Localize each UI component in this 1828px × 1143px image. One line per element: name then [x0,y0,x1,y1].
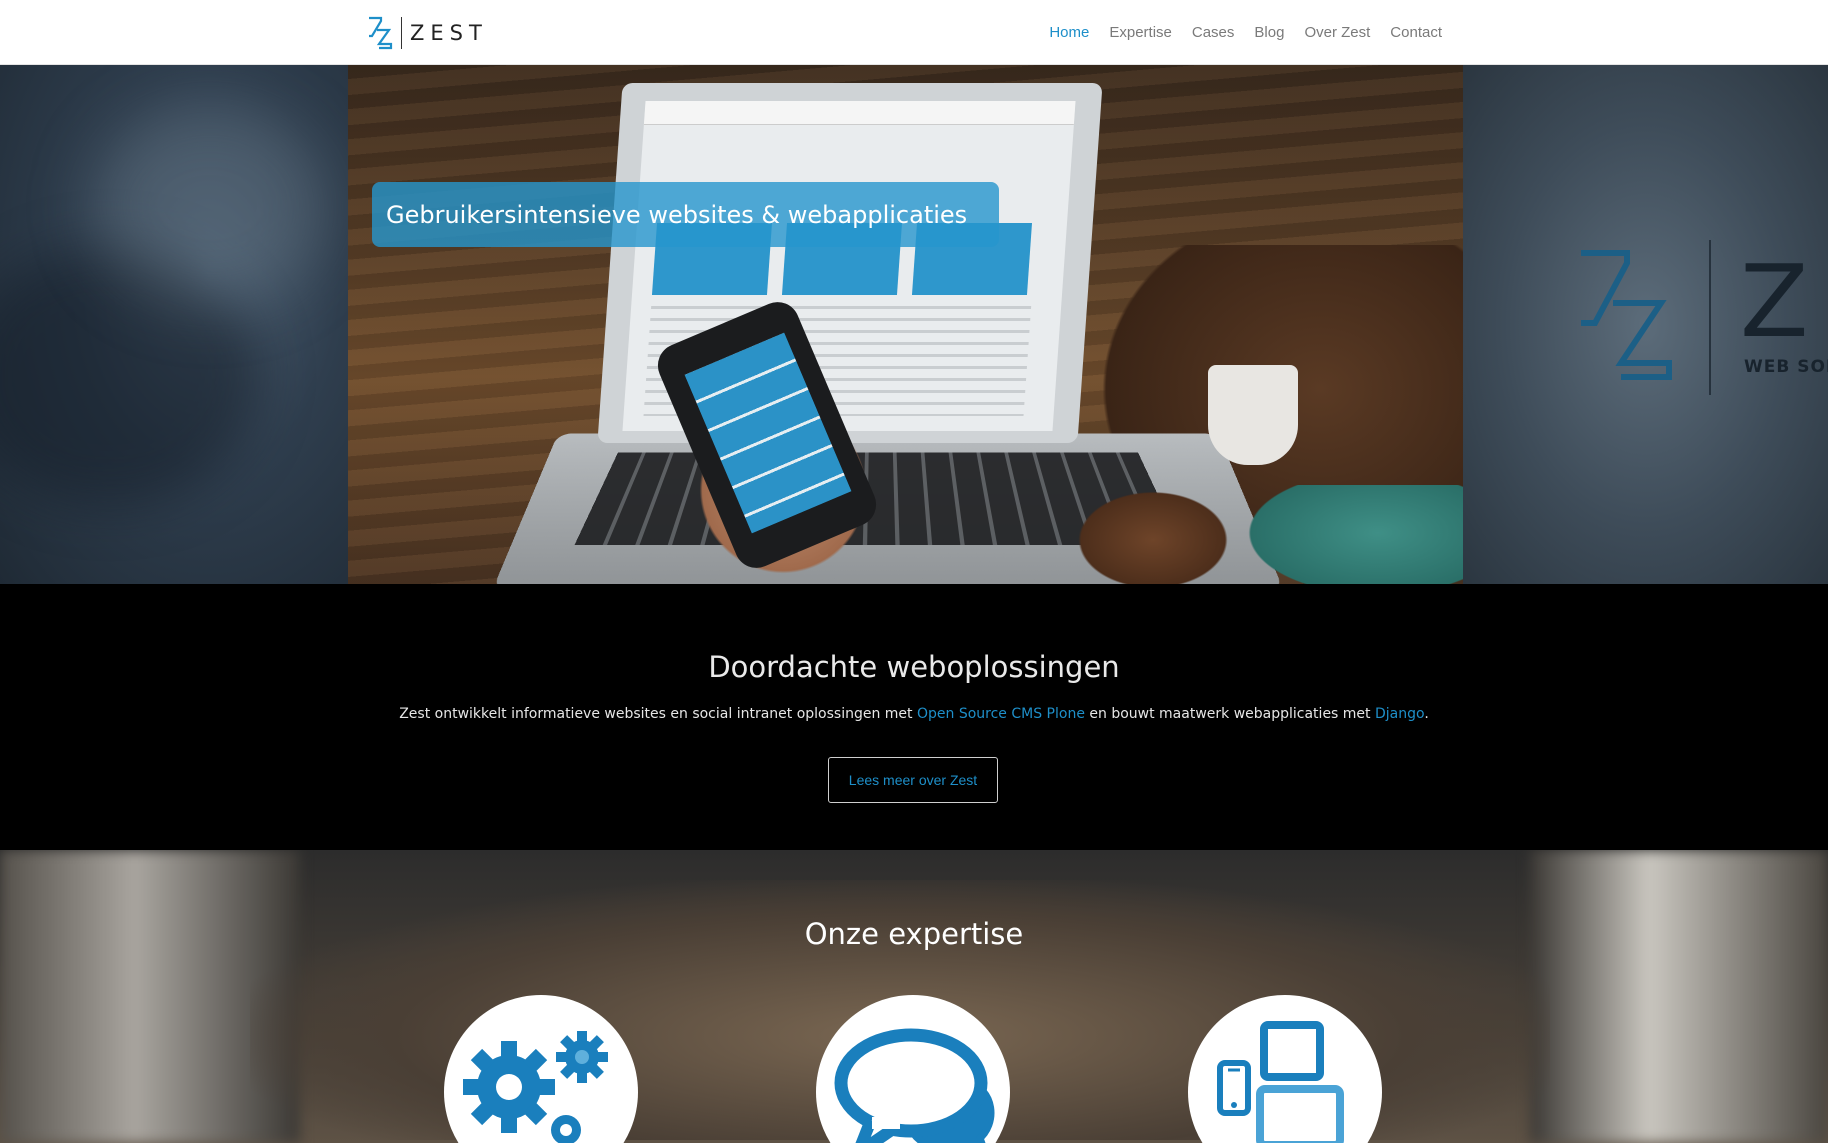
nav-over-zest[interactable]: Over Zest [1304,24,1370,41]
person-shirt [1228,485,1463,584]
logo-separator [401,17,402,49]
person-hand-right [1068,485,1238,584]
background-blur [1530,850,1828,1143]
chat-bubbles-icon [834,1028,995,1143]
expertise-item-2[interactable] [816,995,1010,1143]
intro-section: Doordachte weboplossingen Zest ontwikkel… [0,584,1828,850]
zest-logo[interactable]: ZEST [367,16,488,50]
coffee-cup [1208,365,1298,465]
intro-title: Doordachte weboplossingen [708,650,1120,684]
devices-icon [1217,1021,1344,1143]
read-more-button[interactable]: Lees meer over Zest [828,757,998,803]
gears-icon [463,1031,608,1143]
plone-link[interactable]: Open Source CMS Plone [917,706,1085,722]
next-slide-preview[interactable]: Z WEB SOLU [1463,65,1828,584]
logo-separator [1709,240,1711,395]
site-header: ZEST Home Expertise Cases Blog Over Zest… [0,0,1828,65]
nav-blog[interactable]: Blog [1254,24,1284,41]
zest-logo-mark-icon [1581,250,1672,380]
django-link[interactable]: Django [1375,706,1424,722]
side-logo-letter: Z [1740,243,1809,360]
intro-text-after: . [1424,706,1429,722]
hero-slider: Z WEB SOLU Gebruikersintensieve websites… [0,65,1828,584]
blur-shape [90,105,330,305]
prev-slide-preview[interactable] [0,65,348,584]
intro-text: Zest ontwikkelt informatieve websites en… [0,706,1828,722]
hero-caption: Gebruikersintensieve websites & webappli… [372,182,999,247]
expertise-item-3[interactable] [1188,995,1382,1143]
intro-text-middle: en bouwt maatwerk webapplicaties met [1084,706,1375,722]
nav-home[interactable]: Home [1049,24,1089,41]
hero-slide-image [348,65,1463,584]
screen-browser-bar [643,101,1076,125]
nav-contact[interactable]: Contact [1390,24,1442,41]
side-logo-subtext: WEB SOLU [1744,357,1828,377]
expertise-section: Onze expertise [0,850,1828,1143]
nav-expertise[interactable]: Expertise [1109,24,1172,41]
main-nav: Home Expertise Cases Blog Over Zest Cont… [1029,0,1442,65]
expertise-title: Onze expertise [804,917,1024,951]
intro-text-before: Zest ontwikkelt informatieve websites en… [399,706,917,722]
zest-logo-mark-icon [369,16,393,50]
expertise-item-1[interactable] [444,995,638,1143]
logo-text: ZEST [410,21,488,45]
hero-caption-text: Gebruikersintensieve websites & webappli… [386,200,968,229]
nav-cases[interactable]: Cases [1192,24,1235,41]
